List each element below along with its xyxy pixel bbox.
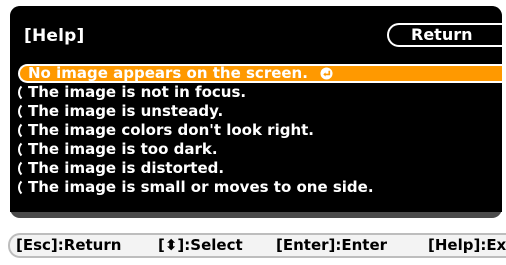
enter-icon (320, 67, 333, 80)
menu-item-colors[interactable]: The image colors don't look right. (18, 121, 502, 140)
menu-item-label: No image appears on the screen. (28, 64, 308, 82)
menu-item-label: The image is unsteady. (28, 102, 224, 120)
help-title: [Help] (24, 26, 85, 46)
key-guide-select: [⬍]:Select (158, 236, 243, 254)
menu-item-small-or-moves[interactable]: The image is small or moves to one side. (18, 178, 502, 197)
menu-item-label: The image is not in focus. (28, 83, 247, 101)
menu-item-too-dark[interactable]: The image is too dark. (18, 140, 502, 159)
menu-item-not-in-focus[interactable]: The image is not in focus. (18, 83, 502, 102)
menu-item-label: The image is distorted. (28, 159, 225, 177)
menu-item-no-image[interactable]: No image appears on the screen. (18, 64, 502, 83)
help-screen: [Help] Return No image appears on the sc… (0, 0, 506, 265)
key-guide-help: [Help]:Exit (428, 236, 506, 254)
help-menu: No image appears on the screen. The imag… (18, 64, 502, 197)
menu-item-unsteady[interactable]: The image is unsteady. (18, 102, 502, 121)
menu-item-label: The image is small or moves to one side. (28, 178, 374, 196)
menu-item-label: The image colors don't look right. (28, 121, 315, 139)
key-guide-esc: [Esc]:Return (16, 236, 122, 254)
key-guide-bar: [Esc]:Return [⬍]:Select [Enter]:Enter [H… (8, 233, 506, 258)
return-button[interactable]: Return (387, 23, 502, 47)
menu-item-distorted[interactable]: The image is distorted. (18, 159, 502, 178)
menu-item-label: The image is too dark. (28, 140, 218, 158)
key-guide-enter: [Enter]:Enter (276, 236, 388, 254)
help-panel: [Help] Return No image appears on the sc… (10, 6, 502, 218)
help-panel-inner: [Help] Return No image appears on the sc… (10, 6, 502, 212)
